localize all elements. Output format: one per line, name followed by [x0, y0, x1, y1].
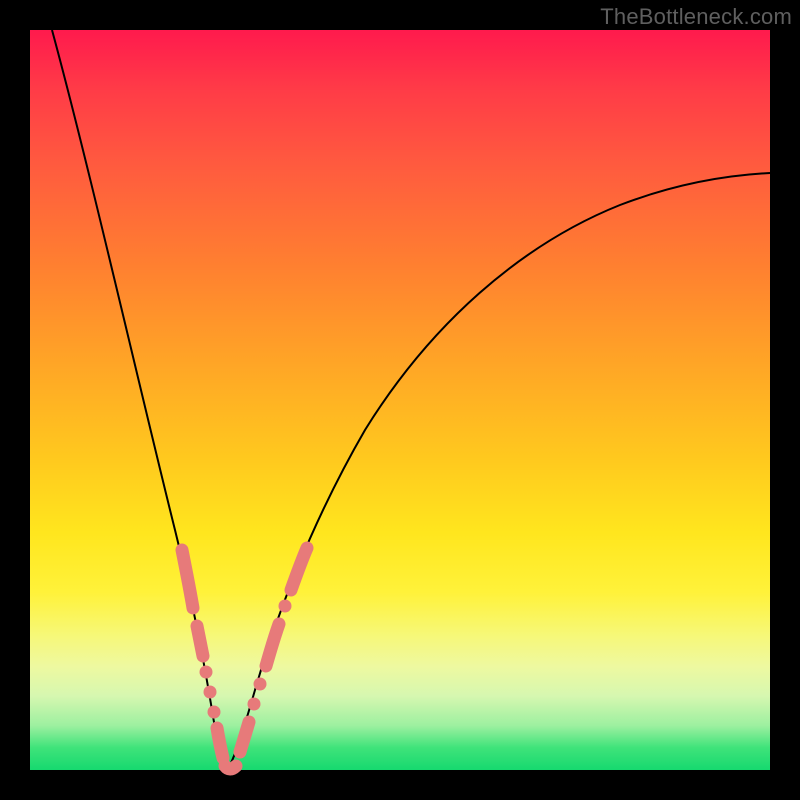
plot-area: [30, 30, 770, 770]
watermark-text: TheBottleneck.com: [600, 4, 792, 30]
bead-segment-left-2: [197, 626, 203, 656]
bead-dot-right-3: [279, 600, 292, 613]
bead-dot-right-2: [254, 678, 267, 691]
bead-dot-left-1: [200, 666, 213, 679]
bead-dot-left-3: [208, 706, 221, 719]
curve-right-branch: [227, 173, 770, 770]
bead-dot-left-2: [204, 686, 217, 699]
chart-frame: TheBottleneck.com: [0, 0, 800, 800]
bead-segment-bottom: [225, 766, 236, 769]
curve-layer: [30, 30, 770, 770]
bead-segment-right-1: [240, 722, 249, 752]
bead-segment-right-3: [291, 548, 307, 590]
bead-segment-right-2: [266, 624, 279, 666]
bead-segment-left-1: [182, 550, 193, 608]
bead-segment-left-3: [217, 728, 223, 758]
bead-dot-right-1: [248, 698, 261, 711]
